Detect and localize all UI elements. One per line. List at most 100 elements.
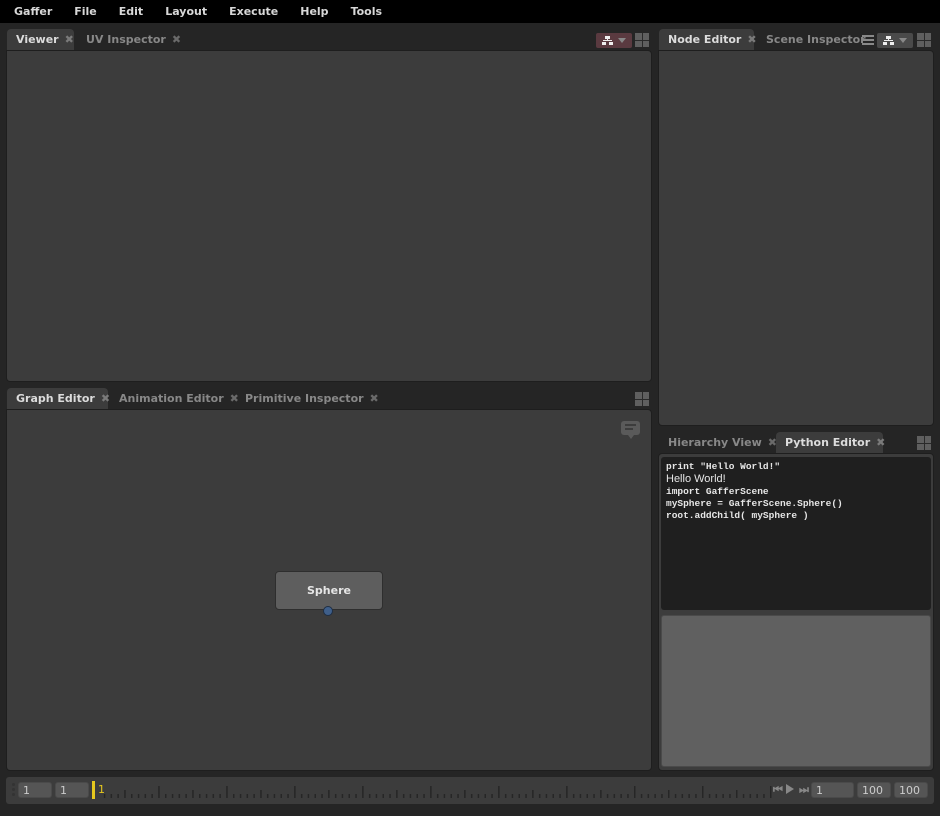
frame-tick xyxy=(416,794,418,798)
frame-tick xyxy=(117,794,119,798)
frame-tick xyxy=(647,794,650,798)
frame-tick xyxy=(396,790,398,798)
frame-tick xyxy=(266,794,269,798)
frame-tick xyxy=(600,790,602,798)
frame-tick xyxy=(137,794,140,798)
frame-tick xyxy=(233,794,235,798)
frame-tick xyxy=(246,794,249,798)
frame-tick xyxy=(280,794,282,798)
frame-tick xyxy=(749,794,752,798)
frame-tick xyxy=(498,786,500,798)
frame-tick xyxy=(389,794,391,798)
frame-tick xyxy=(606,794,609,798)
frame-tick xyxy=(239,794,242,798)
frame-tick xyxy=(402,794,405,798)
frame-tick xyxy=(763,794,765,798)
frame-tick xyxy=(715,794,718,798)
frame-tick xyxy=(695,794,697,798)
frame-tick xyxy=(579,794,582,798)
frame-tick xyxy=(545,794,548,798)
frame-tick xyxy=(702,786,704,798)
frame-tick xyxy=(273,794,276,798)
frame-tick xyxy=(654,794,656,798)
frame-tick xyxy=(260,790,262,798)
play-icon[interactable] xyxy=(786,784,794,794)
current-frame-field[interactable]: 1 xyxy=(811,782,854,798)
frame-tick xyxy=(307,794,310,798)
frame-tick xyxy=(566,786,568,798)
frame-tick xyxy=(484,794,486,798)
frame-tick xyxy=(464,790,466,798)
frame-tick xyxy=(450,794,452,798)
frame-tick xyxy=(321,794,323,798)
range-end-field[interactable]: 100 xyxy=(894,782,928,798)
frame-tick xyxy=(355,794,357,798)
frame-tick xyxy=(362,786,364,798)
frame-tick xyxy=(436,794,439,798)
frame-tick xyxy=(729,794,731,798)
frame-tick xyxy=(423,794,425,798)
frame-tick xyxy=(627,794,629,798)
frame-tick xyxy=(151,794,153,798)
frame-tick xyxy=(443,794,446,798)
frame-tick xyxy=(477,794,480,798)
frame-tick xyxy=(681,794,684,798)
frame-tick xyxy=(470,794,473,798)
frame-tick xyxy=(742,794,745,798)
frame-tick xyxy=(253,794,255,798)
frame-tick xyxy=(382,794,384,798)
frame-tick xyxy=(586,794,588,798)
current-frame-label: 1 xyxy=(98,783,105,796)
frame-tick xyxy=(525,794,527,798)
frame-tick xyxy=(532,790,534,798)
frame-tick xyxy=(620,794,622,798)
frame-tick xyxy=(185,794,187,798)
frame-tick xyxy=(131,794,133,798)
frame-tick xyxy=(314,794,316,798)
frame-tick xyxy=(661,794,663,798)
frame-tick xyxy=(491,794,493,798)
frame-ruler[interactable] xyxy=(0,0,940,816)
frame-tick xyxy=(552,794,554,798)
frame-tick xyxy=(178,794,181,798)
frame-tick xyxy=(375,794,378,798)
frame-tick xyxy=(538,794,541,798)
frame-tick xyxy=(722,794,724,798)
frame-tick xyxy=(668,790,670,798)
skip-to-start-icon[interactable]: ⏮ xyxy=(773,783,783,797)
frame-tick xyxy=(518,794,520,798)
frame-tick xyxy=(430,786,432,798)
frame-tick xyxy=(756,794,758,798)
frame-tick xyxy=(144,794,147,798)
frame-tick xyxy=(171,794,174,798)
frame-tick xyxy=(708,794,711,798)
frame-tick xyxy=(504,794,507,798)
frame-tick xyxy=(300,794,303,798)
frame-tick xyxy=(572,794,575,798)
frame-tick xyxy=(613,794,616,798)
frame-tick xyxy=(736,790,738,798)
frame-tick xyxy=(205,794,208,798)
frame-tick xyxy=(124,790,126,798)
frame-tick xyxy=(559,794,561,798)
frame-tick xyxy=(688,794,690,798)
frame-tick xyxy=(409,794,412,798)
current-frame-marker[interactable] xyxy=(92,781,95,799)
frame-tick xyxy=(110,794,113,798)
frame-tick xyxy=(674,794,677,798)
play-end-field[interactable]: 100 xyxy=(857,782,891,798)
frame-tick xyxy=(334,794,337,798)
frame-tick xyxy=(294,786,296,798)
frame-tick xyxy=(192,790,194,798)
frame-tick xyxy=(199,794,201,798)
frame-tick xyxy=(165,794,167,798)
frame-tick xyxy=(226,786,228,798)
frame-tick xyxy=(640,794,643,798)
frame-tick xyxy=(287,794,289,798)
frame-tick xyxy=(457,794,459,798)
frame-tick xyxy=(511,794,514,798)
frame-tick xyxy=(348,794,350,798)
frame-tick xyxy=(328,790,330,798)
skip-to-end-icon[interactable]: ⏭ xyxy=(799,783,809,797)
frame-tick xyxy=(593,794,595,798)
